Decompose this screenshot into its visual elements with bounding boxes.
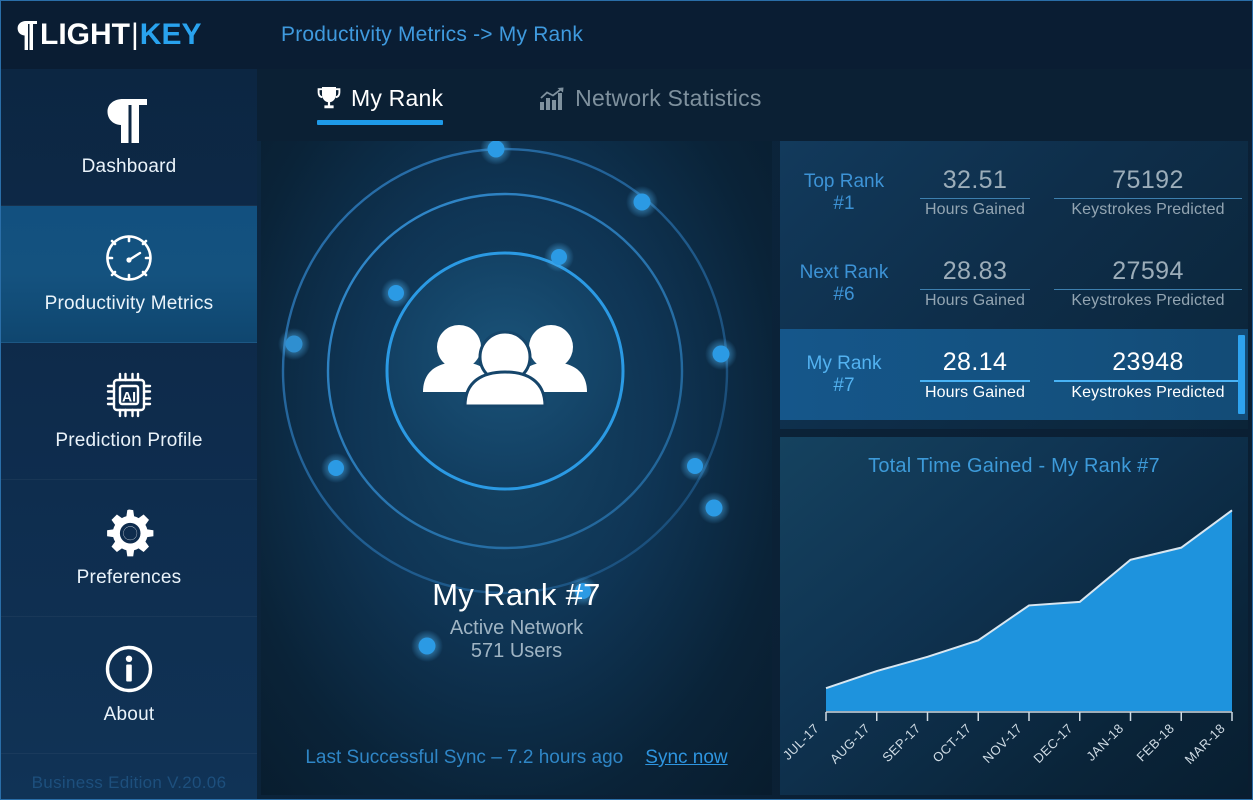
chart-x-tick-label: DEC-17 (1030, 721, 1075, 766)
main-area: Productivity Metrics -> My Rank My Rank (257, 1, 1252, 799)
tab-my-rank[interactable]: My Rank (317, 85, 444, 125)
svg-text:AI: AI (122, 389, 136, 405)
rank-label: My Rank #7 (784, 353, 904, 396)
hours-gained-metric: 32.51 Hours Gained (914, 166, 1036, 219)
keystrokes-metric: 27594 Keystrokes Predicted (1048, 257, 1248, 310)
rank-panel: Top Rank #1 32.51 Hours Gained 75192 Key… (780, 141, 1248, 429)
network-visualization-panel: My Rank #7 Active Network 571 Users Last… (261, 141, 772, 795)
chart-x-tick-label: SEP-17 (879, 721, 923, 765)
logo-text-slash: | (131, 18, 139, 51)
metric-divider (1054, 198, 1242, 199)
sidebar-item-label: Prediction Profile (55, 430, 203, 451)
tab-label: My Rank (351, 85, 444, 111)
chart-x-tick-label: JUL-17 (780, 721, 822, 763)
keystrokes-metric: 75192 Keystrokes Predicted (1048, 166, 1248, 219)
hours-gained-caption: Hours Gained (925, 383, 1025, 401)
pilcrow-l-icon (106, 96, 152, 146)
rank-title: Next Rank (799, 262, 889, 284)
logo-text-light: LIGHT (40, 18, 130, 51)
sync-now-link[interactable]: Sync now (645, 747, 727, 769)
rank-title: Top Rank (803, 171, 885, 193)
edition-label: Business Edition V.20.06 (31, 773, 227, 792)
hours-gained-value: 28.83 (942, 257, 1008, 285)
hours-gained-metric: 28.14 Hours Gained (914, 348, 1036, 402)
hours-gained-caption: Hours Gained (925, 201, 1025, 218)
sidebar-item-label: Dashboard (81, 156, 177, 177)
orbit-rings (261, 141, 772, 795)
sidebar: LIGHT | KEY Dashboard Productivity Metri… (1, 1, 257, 799)
chart-x-tick-label: OCT-17 (929, 721, 974, 766)
chart-x-tick-label: JAN-18 (1083, 721, 1126, 764)
keystrokes-value: 23948 (1112, 347, 1184, 376)
sidebar-item-label: Preferences (76, 567, 182, 588)
logo-pilcrow-icon (17, 19, 39, 51)
keystrokes-value: 27594 (1112, 257, 1184, 285)
metric-divider (1054, 379, 1242, 382)
tab-network-statistics[interactable]: Network Statistics (539, 85, 761, 125)
hours-gained-value: 32.51 (942, 166, 1008, 194)
info-icon (104, 644, 154, 694)
right-column: Top Rank #1 32.51 Hours Gained 75192 Key… (780, 141, 1248, 795)
metric-divider (920, 379, 1030, 382)
sidebar-item-dashboard[interactable]: Dashboard (1, 69, 257, 206)
sidebar-item-prediction-profile[interactable]: AI Prediction Profile (1, 343, 257, 480)
chart-x-tick-label: FEB-18 (1133, 721, 1177, 765)
keystrokes-caption: Keystrokes Predicted (1071, 383, 1225, 401)
sidebar-item-label: About (103, 704, 155, 725)
keystrokes-metric: 23948 Keystrokes Predicted (1048, 348, 1248, 402)
time-gained-chart-panel: Total Time Gained - My Rank #7 JUL-17 AUG… (780, 437, 1248, 795)
content-area: My Rank #7 Active Network 571 Users Last… (257, 141, 1252, 799)
chart-x-tick-label: NOV-17 (980, 721, 1025, 766)
sync-status-text: Last Successful Sync – 7.2 hours ago (305, 747, 624, 768)
gear-icon (104, 507, 154, 557)
app-logo: LIGHT | KEY (1, 1, 257, 69)
chart-title: Total Time Gained - My Rank #7 (868, 455, 1160, 477)
sync-row: Last Successful Sync – 7.2 hours ago Syn… (261, 747, 772, 769)
rank-title: My Rank (806, 353, 882, 375)
rank-position: #6 (833, 283, 855, 305)
ai-chip-icon: AI (104, 370, 154, 420)
bar-chart-icon (539, 87, 565, 111)
table-row[interactable]: Top Rank #1 32.51 Hours Gained 75192 Key… (780, 147, 1248, 238)
keystrokes-caption: Keystrokes Predicted (1071, 292, 1225, 309)
rank-position: #7 (833, 374, 855, 396)
tab-label: Network Statistics (575, 85, 762, 111)
keystrokes-caption: Keystrokes Predicted (1071, 201, 1225, 218)
rank-position: #1 (833, 192, 855, 214)
rank-label: Next Rank #6 (784, 262, 904, 305)
trophy-icon (317, 86, 341, 112)
gauge-icon (104, 233, 154, 283)
app-window: LIGHT | KEY Dashboard Productivity Metri… (0, 0, 1253, 800)
keystrokes-value: 75192 (1112, 166, 1184, 194)
metric-divider (1054, 289, 1242, 290)
metric-divider (920, 198, 1030, 199)
hours-gained-metric: 28.83 Hours Gained (914, 257, 1036, 310)
chart-area (826, 510, 1232, 711)
rank-label: Top Rank #1 (784, 171, 904, 214)
sidebar-item-label: Productivity Metrics (44, 293, 214, 314)
tab-bar: My Rank Network Statistics (257, 69, 1252, 141)
metric-divider (920, 289, 1030, 290)
sidebar-item-productivity-metrics[interactable]: Productivity Metrics (1, 206, 257, 343)
hours-gained-value: 28.14 (942, 347, 1008, 376)
area-chart: JUL-17 AUG-17 SEP-17 OCT-17 NOV-17 DEC-17 JAN-… (780, 509, 1233, 767)
sidebar-item-preferences[interactable]: Preferences (1, 480, 257, 617)
chart-x-tick-label: AUG-17 (827, 721, 873, 767)
hours-gained-caption: Hours Gained (925, 292, 1025, 309)
table-row[interactable]: Next Rank #6 28.83 Hours Gained 27594 Ke… (780, 238, 1248, 329)
breadcrumb: Productivity Metrics -> My Rank (257, 1, 1252, 69)
logo-text-key: KEY (139, 18, 202, 51)
chart-x-tick-label: MAR-18 (1182, 721, 1228, 767)
table-row-selected[interactable]: My Rank #7 28.14 Hours Gained 23948 Keys… (780, 329, 1248, 420)
sidebar-item-about[interactable]: About (1, 617, 257, 754)
